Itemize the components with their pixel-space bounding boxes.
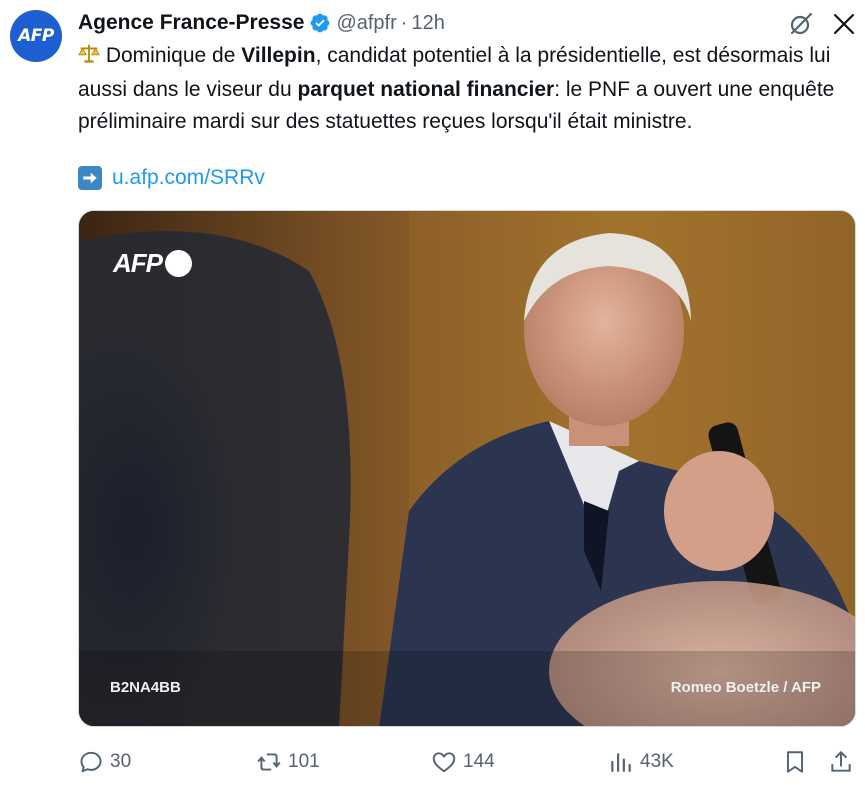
tweet-link-line: u.afp.com/SRRv xyxy=(78,163,265,193)
header-separator: · xyxy=(400,11,408,34)
views-button[interactable]: 43K xyxy=(608,745,674,779)
repost-count: 101 xyxy=(288,751,320,772)
grok-icon[interactable] xyxy=(788,11,814,37)
avatar[interactable]: AFP xyxy=(10,10,62,62)
bookmark-button[interactable] xyxy=(782,745,814,779)
share-button[interactable] xyxy=(828,745,860,779)
tweet-actions-bar: 30 101 144 43K xyxy=(78,745,858,779)
analytics-icon xyxy=(611,753,631,772)
bookmark-icon xyxy=(786,751,804,773)
like-count: 144 xyxy=(463,751,495,772)
reply-button[interactable]: 30 xyxy=(78,745,131,779)
heart-icon xyxy=(432,752,456,773)
afp-watermark-text: AFP xyxy=(113,248,163,278)
photo-code: B2NA4BB xyxy=(110,679,181,696)
verified-badge-icon[interactable] xyxy=(309,12,331,34)
tweet-link[interactable]: u.afp.com/SRRv xyxy=(112,166,265,190)
repost-button[interactable]: 101 xyxy=(256,745,320,779)
reply-icon xyxy=(80,751,102,773)
tweet-time[interactable]: 12h xyxy=(411,12,444,35)
more-options-icon[interactable] xyxy=(830,10,858,38)
reply-count: 30 xyxy=(110,751,132,772)
tweet-header: Agence France-Presse @afpfr · 12h xyxy=(78,9,445,37)
author-handle[interactable]: @afpfr xyxy=(336,12,396,35)
tweet-text-bold-2: parquet national financier xyxy=(297,78,555,101)
scales-emoji-icon xyxy=(78,42,100,74)
afp-watermark-logo: AFP xyxy=(113,248,192,279)
like-button[interactable]: 144 xyxy=(431,745,495,779)
tweet-text-bold-1: Villepin xyxy=(241,44,316,67)
photo-illustration xyxy=(79,211,855,726)
tweet-text: Dominique de Villepin, candidat potentie… xyxy=(78,40,848,138)
repost-icon xyxy=(257,753,281,771)
photo-credit: Romeo Boetzle / AFP xyxy=(670,679,821,696)
afp-logo-circle-icon xyxy=(165,250,192,277)
share-icon xyxy=(831,750,851,772)
right-arrow-emoji-icon xyxy=(78,166,102,190)
avatar-label: AFP xyxy=(18,26,54,46)
tweet-media-image[interactable]: AFP B2NA4BB Romeo Boetzle / AFP xyxy=(78,210,856,727)
author-name[interactable]: Agence France-Presse xyxy=(78,11,304,35)
tweet-text-part-1: Dominique de xyxy=(100,44,242,67)
views-count: 43K xyxy=(640,751,674,772)
